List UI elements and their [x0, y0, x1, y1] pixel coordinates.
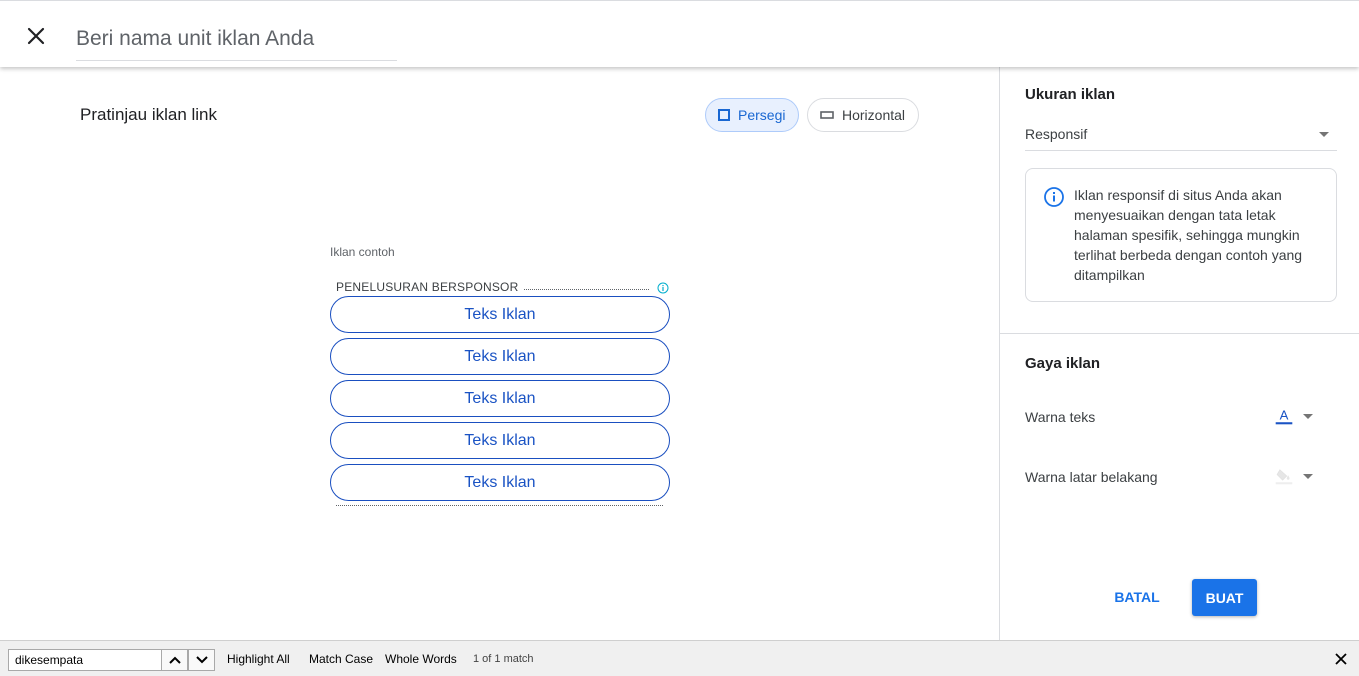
ad-style-heading: Gaya iklan [1025, 355, 1101, 372]
preview-title: Pratinjau iklan link [80, 105, 218, 124]
close-icon[interactable] [22, 22, 50, 50]
create-button[interactable]: BUAT [1192, 579, 1257, 616]
ad-size-value: Responsif [1025, 126, 1088, 142]
dropdown-caret-icon [1303, 413, 1313, 419]
chip-horizontal-label: Horizontal [842, 107, 906, 123]
ad-size-select[interactable]: Responsif [1025, 119, 1337, 151]
horizontal-rect-icon [820, 110, 834, 120]
match-case-toggle[interactable]: Match Case [309, 652, 373, 666]
ad-text-button[interactable]: Teks Iklan [330, 422, 670, 459]
bottom-dotted-divider [336, 505, 663, 506]
ad-unit-name-input[interactable] [76, 22, 397, 61]
find-next-button[interactable] [188, 649, 215, 671]
info-icon[interactable] [657, 281, 669, 294]
sponsored-label: PENELUSURAN BERSPONSOR [336, 280, 519, 294]
chip-square[interactable]: Persegi [705, 98, 799, 132]
close-icon[interactable] [1334, 652, 1348, 666]
responsive-info-text: Iklan responsif di situs Anda akan menye… [1074, 187, 1303, 283]
whole-words-toggle[interactable]: Whole Words [385, 652, 457, 666]
panel-divider [1000, 333, 1359, 334]
svg-text:A: A [1280, 407, 1289, 422]
settings-panel: Ukuran iklan Responsif Iklan responsif d… [999, 67, 1359, 640]
find-input[interactable] [8, 649, 162, 671]
ad-size-heading: Ukuran iklan [1025, 86, 1116, 103]
ad-list: Teks Iklan Teks Iklan Teks Iklan Teks Iklan… [330, 296, 670, 506]
ad-text-button[interactable]: Teks Iklan [330, 296, 670, 333]
chevron-up-icon [168, 656, 181, 664]
highlight-all-toggle[interactable]: Highlight All [227, 652, 290, 666]
info-circle-icon [1044, 187, 1064, 212]
chip-horizontal[interactable]: Horizontal [807, 98, 919, 132]
dropdown-caret-icon [1319, 132, 1329, 137]
app-window: Pratinjau iklan link Persegi Horizontal … [0, 0, 1359, 676]
bg-color-label: Warna latar belakang [1025, 469, 1158, 485]
text-color-picker[interactable]: A [1275, 401, 1321, 431]
sponsored-header: PENELUSURAN BERSPONSOR [336, 279, 669, 295]
header-bar [0, 0, 1359, 67]
paint-bucket-icon [1275, 469, 1293, 485]
text-color-label: Warna teks [1025, 409, 1096, 425]
match-count: 1 of 1 match [473, 653, 534, 665]
dropdown-caret-icon [1303, 473, 1313, 479]
ad-text-button[interactable]: Teks Iklan [330, 338, 670, 375]
responsive-info-box: Iklan responsif di situs Anda akan menye… [1025, 168, 1337, 302]
sample-ad-label: Iklan contoh [330, 245, 395, 259]
square-icon [718, 109, 730, 121]
find-previous-button[interactable] [161, 649, 188, 671]
cancel-button[interactable]: BATAL [1104, 579, 1170, 615]
ad-text-button[interactable]: Teks Iklan [330, 380, 670, 417]
chevron-down-icon [195, 656, 208, 664]
ad-text-button[interactable]: Teks Iklan [330, 464, 670, 501]
dotted-divider [524, 284, 649, 290]
text-color-icon: A [1275, 407, 1293, 425]
chip-square-label: Persegi [738, 107, 786, 123]
find-bar: Highlight All Match Case Whole Words 1 o… [0, 640, 1359, 676]
bg-color-picker[interactable] [1275, 461, 1321, 491]
